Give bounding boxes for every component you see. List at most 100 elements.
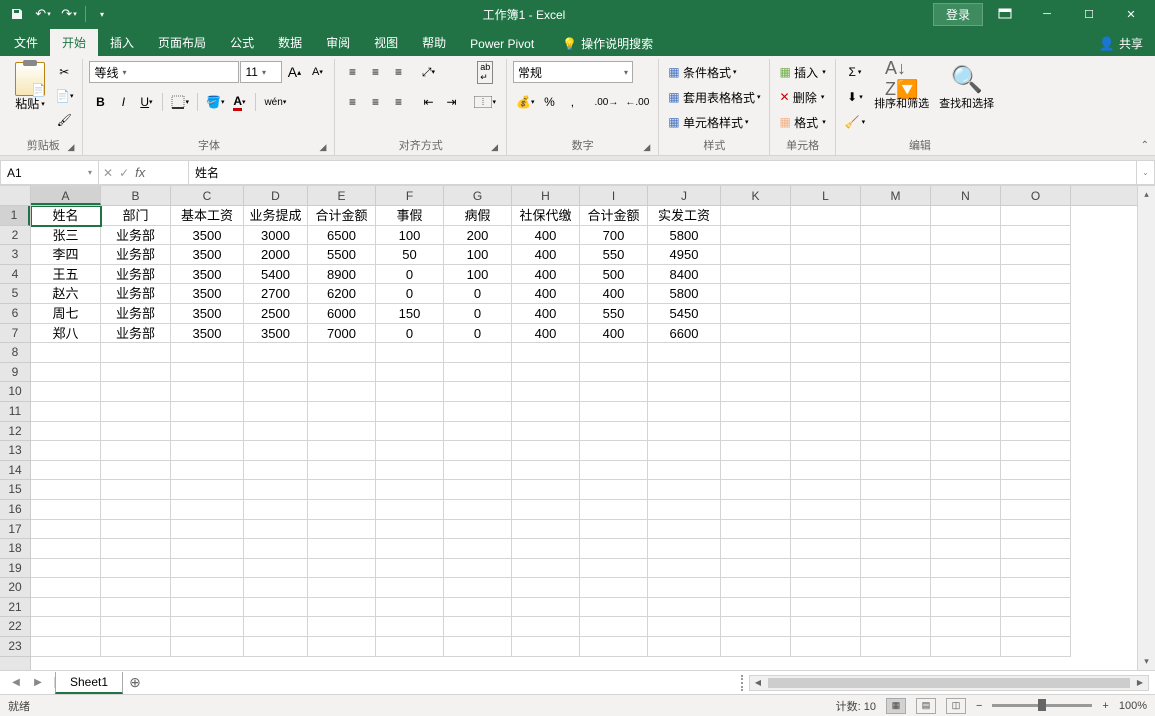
cell[interactable] xyxy=(512,559,580,579)
cell[interactable] xyxy=(721,324,791,344)
page-layout-view-button[interactable]: ▤ xyxy=(916,698,936,714)
cell[interactable] xyxy=(308,520,376,540)
cell[interactable]: 5450 xyxy=(648,304,721,324)
cell[interactable]: 0 xyxy=(444,324,512,344)
cell[interactable] xyxy=(861,559,931,579)
cell[interactable] xyxy=(931,245,1001,265)
font-name-combo[interactable]: 等线▾ xyxy=(89,61,239,83)
cell[interactable] xyxy=(931,598,1001,618)
cell[interactable] xyxy=(444,598,512,618)
cell[interactable] xyxy=(648,520,721,540)
column-header[interactable]: H xyxy=(512,186,580,205)
number-launcher[interactable]: ◢ xyxy=(643,142,650,153)
percent-button[interactable]: % xyxy=(538,91,560,113)
cell[interactable] xyxy=(580,402,648,422)
cell[interactable] xyxy=(308,422,376,442)
insert-cells-button[interactable]: ▦ 插入▾ xyxy=(776,61,828,83)
cell[interactable] xyxy=(171,578,244,598)
cell[interactable] xyxy=(512,402,580,422)
cell[interactable]: 550 xyxy=(580,304,648,324)
cell[interactable] xyxy=(931,480,1001,500)
cell[interactable] xyxy=(444,480,512,500)
cell[interactable] xyxy=(580,441,648,461)
cell[interactable] xyxy=(721,559,791,579)
tab-home[interactable]: 开始 xyxy=(50,29,98,56)
cell[interactable] xyxy=(308,559,376,579)
cell[interactable] xyxy=(791,559,861,579)
align-center-button[interactable]: ≡ xyxy=(364,91,386,113)
cell[interactable] xyxy=(101,343,171,363)
cell[interactable] xyxy=(512,422,580,442)
cell[interactable] xyxy=(721,520,791,540)
cell[interactable] xyxy=(308,382,376,402)
scroll-up-button[interactable]: ▴ xyxy=(1138,186,1155,203)
cell[interactable] xyxy=(648,500,721,520)
name-box[interactable]: A1▾ xyxy=(0,160,98,185)
cell[interactable] xyxy=(444,617,512,637)
cell[interactable] xyxy=(101,422,171,442)
cell[interactable] xyxy=(308,343,376,363)
customize-qat-button[interactable]: ▾ xyxy=(89,2,115,26)
cell[interactable] xyxy=(376,637,444,657)
cell[interactable] xyxy=(376,480,444,500)
cell[interactable]: 社保代缴 xyxy=(512,206,580,226)
redo-button[interactable]: ↷▾ xyxy=(56,2,82,26)
cell[interactable]: 400 xyxy=(512,245,580,265)
cell[interactable] xyxy=(512,500,580,520)
cell[interactable]: 张三 xyxy=(31,226,101,246)
cell[interactable]: 业务部 xyxy=(101,324,171,344)
cell[interactable] xyxy=(931,265,1001,285)
cell[interactable] xyxy=(721,480,791,500)
cell[interactable] xyxy=(244,422,308,442)
cell[interactable] xyxy=(171,559,244,579)
cell[interactable] xyxy=(31,480,101,500)
find-select-button[interactable]: 🔍 查找和选择 xyxy=(935,61,998,113)
cell[interactable] xyxy=(791,265,861,285)
underline-button[interactable]: U▾ xyxy=(135,91,157,113)
cell[interactable] xyxy=(721,226,791,246)
column-header[interactable]: K xyxy=(721,186,791,205)
cell[interactable] xyxy=(931,343,1001,363)
cell[interactable] xyxy=(580,578,648,598)
cell[interactable] xyxy=(376,363,444,383)
cell[interactable] xyxy=(580,598,648,618)
cell[interactable] xyxy=(171,422,244,442)
cell[interactable] xyxy=(580,363,648,383)
cell[interactable]: 业务部 xyxy=(101,284,171,304)
cell[interactable] xyxy=(444,578,512,598)
shrink-font-button[interactable]: A▾ xyxy=(306,61,328,83)
sheet-nav-next[interactable]: ▶ xyxy=(28,677,48,688)
cell[interactable] xyxy=(308,598,376,618)
cell[interactable]: 合计金额 xyxy=(308,206,376,226)
cell[interactable] xyxy=(376,343,444,363)
scroll-right-button[interactable]: ▶ xyxy=(1132,676,1148,690)
copy-button[interactable]: 📄▾ xyxy=(52,85,76,107)
fill-color-button[interactable]: 🪣▾ xyxy=(203,91,227,113)
cell[interactable] xyxy=(376,578,444,598)
cut-button[interactable]: ✂ xyxy=(52,61,76,83)
cell[interactable] xyxy=(721,539,791,559)
cell[interactable] xyxy=(101,500,171,520)
cell[interactable] xyxy=(931,324,1001,344)
cell[interactable] xyxy=(791,520,861,540)
column-header[interactable]: O xyxy=(1001,186,1071,205)
column-header[interactable]: B xyxy=(101,186,171,205)
cell[interactable] xyxy=(101,402,171,422)
share-button[interactable]: 👤 共享 xyxy=(1087,31,1155,56)
cell[interactable] xyxy=(931,422,1001,442)
cell[interactable] xyxy=(171,598,244,618)
cell[interactable]: 100 xyxy=(376,226,444,246)
cell[interactable] xyxy=(31,520,101,540)
cell[interactable] xyxy=(171,363,244,383)
format-painter-button[interactable]: 🖌 xyxy=(52,109,76,131)
cell[interactable] xyxy=(244,578,308,598)
cell[interactable] xyxy=(791,206,861,226)
cell[interactable] xyxy=(791,598,861,618)
cell[interactable] xyxy=(171,461,244,481)
cell[interactable] xyxy=(308,363,376,383)
cell[interactable] xyxy=(648,559,721,579)
cell[interactable] xyxy=(512,539,580,559)
cell[interactable] xyxy=(171,500,244,520)
cell[interactable] xyxy=(244,617,308,637)
cell[interactable] xyxy=(648,422,721,442)
